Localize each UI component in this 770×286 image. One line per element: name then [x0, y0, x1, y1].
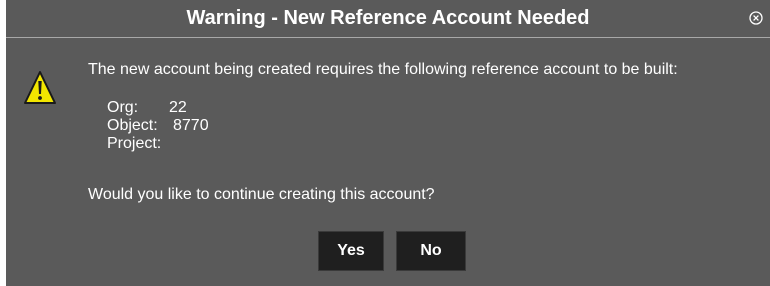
warning-dialog: Warning - New Reference Account Needed T… [6, 0, 770, 286]
warning-triangle-icon [23, 70, 57, 106]
close-icon[interactable] [749, 11, 763, 25]
dialog-message: The new account being created requires t… [88, 61, 678, 78]
project-label: Project: [107, 135, 162, 152]
no-button[interactable]: No [396, 231, 466, 271]
object-label: Object: [107, 117, 158, 134]
org-label: Org: [107, 99, 139, 116]
reference-account-details: Org: 22 Object: 8770 Project: [107, 99, 209, 153]
object-value: 8770 [173, 117, 209, 134]
detail-row-project: Project: [107, 135, 161, 153]
dialog-titlebar: Warning - New Reference Account Needed [6, 0, 770, 38]
detail-row-org: Org: 22 [107, 99, 187, 117]
detail-row-object: Object: 8770 [107, 117, 209, 135]
org-value: 22 [169, 99, 187, 116]
dialog-question: Would you like to continue creating this… [88, 186, 435, 203]
dialog-title: Warning - New Reference Account Needed [186, 7, 590, 29]
yes-button[interactable]: Yes [318, 231, 384, 271]
